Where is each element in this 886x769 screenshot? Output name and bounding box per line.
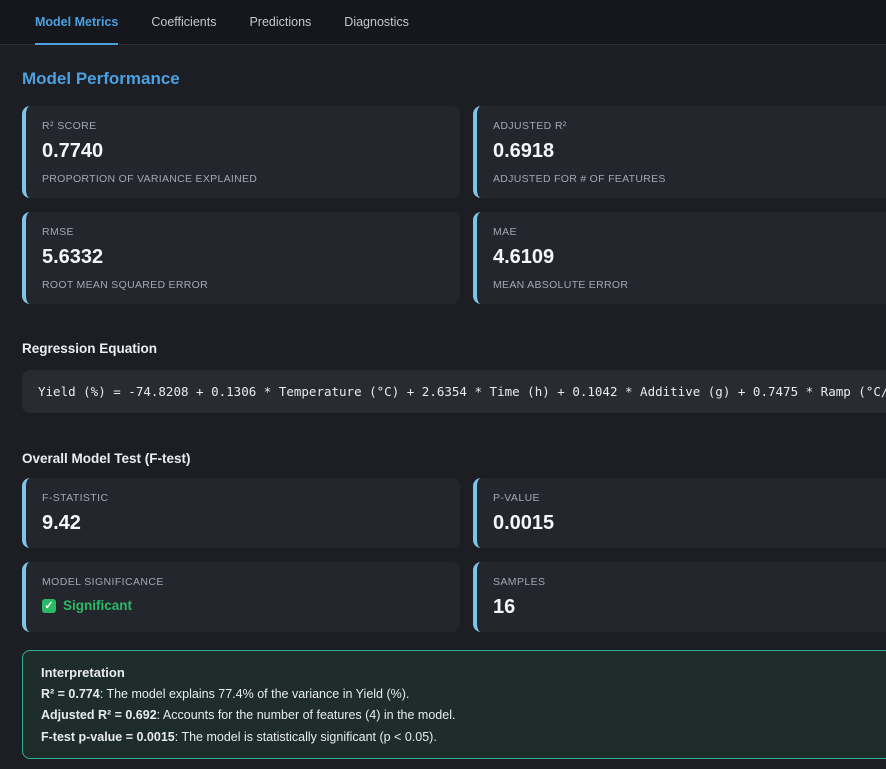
tab-bar: Model Metrics Coefficients Predictions D…	[0, 0, 886, 45]
metric-sublabel: ADJUSTED FOR # OF FEATURES	[493, 173, 886, 185]
regression-equation-title: Regression Equation	[22, 341, 886, 356]
metric-value: 5.6332	[42, 246, 444, 269]
tab-predictions[interactable]: Predictions	[249, 0, 311, 44]
metric-value: 9.42	[42, 512, 444, 535]
metric-sublabel: PROPORTION OF VARIANCE EXPLAINED	[42, 173, 444, 185]
interpretation-line-ftest: F-test p-value = 0.0015: The model is st…	[41, 730, 886, 744]
tab-diagnostics[interactable]: Diagnostics	[344, 0, 409, 44]
metric-label: P-VALUE	[493, 492, 886, 504]
significance-text: Significant	[63, 598, 132, 613]
metric-value: 4.6109	[493, 246, 886, 269]
metric-label: ADJUSTED R²	[493, 120, 886, 132]
metric-value: 0.0015	[493, 512, 886, 535]
metric-label: MODEL SIGNIFICANCE	[42, 576, 444, 588]
metric-label: MAE	[493, 226, 886, 238]
tab-model-metrics[interactable]: Model Metrics	[35, 0, 118, 44]
metric-card-f-statistic: F-STATISTIC 9.42	[22, 478, 460, 548]
metric-card-r2-score: R² SCORE 0.7740 PROPORTION OF VARIANCE E…	[22, 106, 460, 198]
metric-card-model-significance: MODEL SIGNIFICANCE ✓ Significant	[22, 562, 460, 632]
metric-value: 16	[493, 596, 886, 619]
interpretation-title: Interpretation	[41, 665, 886, 680]
metric-label: RMSE	[42, 226, 444, 238]
check-icon: ✓	[42, 599, 56, 613]
metric-card-p-value: P-VALUE 0.0015	[473, 478, 886, 548]
interpretation-text: : The model explains 77.4% of the varian…	[100, 687, 410, 701]
tab-coefficients[interactable]: Coefficients	[151, 0, 216, 44]
metric-label: F-STATISTIC	[42, 492, 444, 504]
interpretation-text: : Accounts for the number of features (4…	[157, 708, 456, 722]
metric-label: SAMPLES	[493, 576, 886, 588]
ftest-metrics-grid: F-STATISTIC 9.42 P-VALUE 0.0015 MODEL SI…	[22, 478, 886, 632]
metric-label: R² SCORE	[42, 120, 444, 132]
metric-sublabel: MEAN ABSOLUTE ERROR	[493, 279, 886, 291]
page-title: Model Performance	[22, 69, 886, 89]
regression-equation-code: Yield (%) = -74.8208 + 0.1306 * Temperat…	[22, 370, 886, 413]
metric-card-rmse: RMSE 5.6332 ROOT MEAN SQUARED ERROR	[22, 212, 460, 304]
metric-sublabel: ROOT MEAN SQUARED ERROR	[42, 279, 444, 291]
significance-value: ✓ Significant	[42, 598, 444, 613]
interpretation-bold: F-test p-value = 0.0015	[41, 730, 175, 744]
metric-value: 0.7740	[42, 140, 444, 163]
performance-metrics-grid: R² SCORE 0.7740 PROPORTION OF VARIANCE E…	[22, 106, 886, 304]
interpretation-bold: Adjusted R² = 0.692	[41, 708, 157, 722]
metric-card-samples: SAMPLES 16	[473, 562, 886, 632]
main-content: Model Performance R² SCORE 0.7740 PROPOR…	[0, 69, 886, 759]
interpretation-bold: R² = 0.774	[41, 687, 100, 701]
interpretation-text: : The model is statistically significant…	[175, 730, 437, 744]
metric-card-mae: MAE 4.6109 MEAN ABSOLUTE ERROR	[473, 212, 886, 304]
metric-card-adjusted-r2: ADJUSTED R² 0.6918 ADJUSTED FOR # OF FEA…	[473, 106, 886, 198]
interpretation-line-r2: R² = 0.774: The model explains 77.4% of …	[41, 687, 886, 701]
ftest-section-title: Overall Model Test (F-test)	[22, 451, 886, 466]
interpretation-line-adjusted-r2: Adjusted R² = 0.692: Accounts for the nu…	[41, 708, 886, 722]
interpretation-box: Interpretation R² = 0.774: The model exp…	[22, 650, 886, 759]
metric-value: 0.6918	[493, 140, 886, 163]
